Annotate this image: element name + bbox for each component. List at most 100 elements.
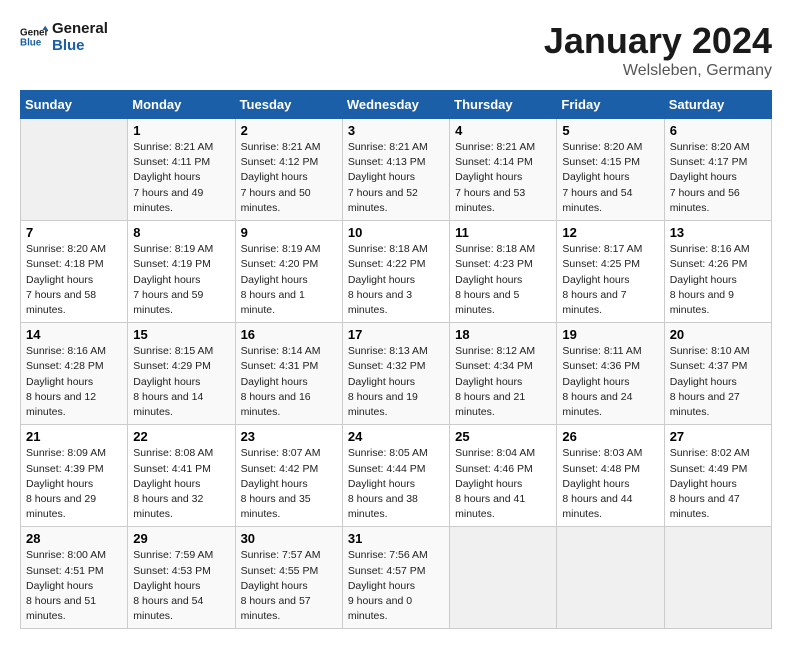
calendar-day-cell: 14 Sunrise: 8:16 AM Sunset: 4:28 PM Dayl… [21,323,128,425]
calendar-day-cell: 23 Sunrise: 8:07 AM Sunset: 4:42 PM Dayl… [235,425,342,527]
day-number: 19 [562,327,658,342]
calendar-week-row: 1 Sunrise: 8:21 AM Sunset: 4:11 PM Dayli… [21,119,772,221]
calendar-day-cell: 22 Sunrise: 8:08 AM Sunset: 4:41 PM Dayl… [128,425,235,527]
calendar-day-cell: 15 Sunrise: 8:15 AM Sunset: 4:29 PM Dayl… [128,323,235,425]
calendar-day-cell: 4 Sunrise: 8:21 AM Sunset: 4:14 PM Dayli… [450,119,557,221]
day-info: Sunrise: 8:19 AM Sunset: 4:19 PM Dayligh… [133,242,229,318]
day-info: Sunrise: 8:04 AM Sunset: 4:46 PM Dayligh… [455,446,551,522]
day-info: Sunrise: 8:00 AM Sunset: 4:51 PM Dayligh… [26,548,122,624]
day-number: 25 [455,429,551,444]
calendar-table: SundayMondayTuesdayWednesdayThursdayFrid… [20,90,772,629]
calendar-day-cell [557,527,664,629]
day-number: 30 [241,531,337,546]
calendar-day-cell: 27 Sunrise: 8:02 AM Sunset: 4:49 PM Dayl… [664,425,771,527]
calendar-day-cell: 26 Sunrise: 8:03 AM Sunset: 4:48 PM Dayl… [557,425,664,527]
day-number: 3 [348,123,444,138]
day-of-week-header: Friday [557,91,664,119]
day-number: 17 [348,327,444,342]
day-of-week-header: Thursday [450,91,557,119]
day-info: Sunrise: 7:59 AM Sunset: 4:53 PM Dayligh… [133,548,229,624]
day-info: Sunrise: 8:02 AM Sunset: 4:49 PM Dayligh… [670,446,766,522]
title-section: January 2024 Welsleben, Germany [544,20,772,80]
day-info: Sunrise: 8:20 AM Sunset: 4:15 PM Dayligh… [562,140,658,216]
calendar-day-cell: 25 Sunrise: 8:04 AM Sunset: 4:46 PM Dayl… [450,425,557,527]
day-info: Sunrise: 8:19 AM Sunset: 4:20 PM Dayligh… [241,242,337,318]
calendar-day-cell: 8 Sunrise: 8:19 AM Sunset: 4:19 PM Dayli… [128,221,235,323]
calendar-day-cell: 6 Sunrise: 8:20 AM Sunset: 4:17 PM Dayli… [664,119,771,221]
day-number: 16 [241,327,337,342]
day-info: Sunrise: 8:12 AM Sunset: 4:34 PM Dayligh… [455,344,551,420]
day-number: 8 [133,225,229,240]
calendar-day-cell: 12 Sunrise: 8:17 AM Sunset: 4:25 PM Dayl… [557,221,664,323]
day-of-week-header: Saturday [664,91,771,119]
calendar-day-cell: 30 Sunrise: 7:57 AM Sunset: 4:55 PM Dayl… [235,527,342,629]
day-info: Sunrise: 8:21 AM Sunset: 4:13 PM Dayligh… [348,140,444,216]
calendar-week-row: 7 Sunrise: 8:20 AM Sunset: 4:18 PM Dayli… [21,221,772,323]
calendar-day-cell: 31 Sunrise: 7:56 AM Sunset: 4:57 PM Dayl… [342,527,449,629]
calendar-day-cell: 20 Sunrise: 8:10 AM Sunset: 4:37 PM Dayl… [664,323,771,425]
day-number: 28 [26,531,122,546]
calendar-header-row: SundayMondayTuesdayWednesdayThursdayFrid… [21,91,772,119]
calendar-day-cell: 1 Sunrise: 8:21 AM Sunset: 4:11 PM Dayli… [128,119,235,221]
calendar-day-cell [21,119,128,221]
day-number: 2 [241,123,337,138]
day-info: Sunrise: 8:21 AM Sunset: 4:12 PM Dayligh… [241,140,337,216]
calendar-day-cell: 17 Sunrise: 8:13 AM Sunset: 4:32 PM Dayl… [342,323,449,425]
day-number: 15 [133,327,229,342]
calendar-body: 1 Sunrise: 8:21 AM Sunset: 4:11 PM Dayli… [21,119,772,629]
day-info: Sunrise: 8:14 AM Sunset: 4:31 PM Dayligh… [241,344,337,420]
svg-text:Blue: Blue [20,37,42,48]
day-info: Sunrise: 8:11 AM Sunset: 4:36 PM Dayligh… [562,344,658,420]
day-info: Sunrise: 8:10 AM Sunset: 4:37 PM Dayligh… [670,344,766,420]
calendar-day-cell: 18 Sunrise: 8:12 AM Sunset: 4:34 PM Dayl… [450,323,557,425]
logo-blue-text: Blue [52,37,108,54]
day-info: Sunrise: 7:56 AM Sunset: 4:57 PM Dayligh… [348,548,444,624]
page-header: General Blue General Blue January 2024 W… [20,20,772,80]
day-info: Sunrise: 8:21 AM Sunset: 4:14 PM Dayligh… [455,140,551,216]
day-info: Sunrise: 8:05 AM Sunset: 4:44 PM Dayligh… [348,446,444,522]
day-number: 5 [562,123,658,138]
day-number: 23 [241,429,337,444]
day-number: 20 [670,327,766,342]
calendar-day-cell [664,527,771,629]
day-number: 26 [562,429,658,444]
day-of-week-header: Monday [128,91,235,119]
day-info: Sunrise: 8:16 AM Sunset: 4:26 PM Dayligh… [670,242,766,318]
calendar-week-row: 14 Sunrise: 8:16 AM Sunset: 4:28 PM Dayl… [21,323,772,425]
day-number: 9 [241,225,337,240]
day-info: Sunrise: 8:08 AM Sunset: 4:41 PM Dayligh… [133,446,229,522]
day-info: Sunrise: 7:57 AM Sunset: 4:55 PM Dayligh… [241,548,337,624]
calendar-week-row: 21 Sunrise: 8:09 AM Sunset: 4:39 PM Dayl… [21,425,772,527]
calendar-day-cell: 28 Sunrise: 8:00 AM Sunset: 4:51 PM Dayl… [21,527,128,629]
day-info: Sunrise: 8:17 AM Sunset: 4:25 PM Dayligh… [562,242,658,318]
day-number: 11 [455,225,551,240]
day-info: Sunrise: 8:13 AM Sunset: 4:32 PM Dayligh… [348,344,444,420]
logo-general-text: General [52,20,108,37]
day-info: Sunrise: 8:09 AM Sunset: 4:39 PM Dayligh… [26,446,122,522]
calendar-day-cell: 9 Sunrise: 8:19 AM Sunset: 4:20 PM Dayli… [235,221,342,323]
day-info: Sunrise: 8:15 AM Sunset: 4:29 PM Dayligh… [133,344,229,420]
calendar-day-cell: 2 Sunrise: 8:21 AM Sunset: 4:12 PM Dayli… [235,119,342,221]
calendar-day-cell: 21 Sunrise: 8:09 AM Sunset: 4:39 PM Dayl… [21,425,128,527]
day-number: 4 [455,123,551,138]
day-info: Sunrise: 8:18 AM Sunset: 4:23 PM Dayligh… [455,242,551,318]
day-number: 24 [348,429,444,444]
day-info: Sunrise: 8:18 AM Sunset: 4:22 PM Dayligh… [348,242,444,318]
calendar-day-cell: 3 Sunrise: 8:21 AM Sunset: 4:13 PM Dayli… [342,119,449,221]
day-of-week-header: Wednesday [342,91,449,119]
day-number: 31 [348,531,444,546]
day-number: 13 [670,225,766,240]
day-info: Sunrise: 8:20 AM Sunset: 4:17 PM Dayligh… [670,140,766,216]
calendar-day-cell: 19 Sunrise: 8:11 AM Sunset: 4:36 PM Dayl… [557,323,664,425]
day-number: 7 [26,225,122,240]
day-number: 18 [455,327,551,342]
day-info: Sunrise: 8:16 AM Sunset: 4:28 PM Dayligh… [26,344,122,420]
day-of-week-header: Sunday [21,91,128,119]
day-number: 29 [133,531,229,546]
calendar-day-cell: 13 Sunrise: 8:16 AM Sunset: 4:26 PM Dayl… [664,221,771,323]
day-info: Sunrise: 8:07 AM Sunset: 4:42 PM Dayligh… [241,446,337,522]
day-info: Sunrise: 8:03 AM Sunset: 4:48 PM Dayligh… [562,446,658,522]
calendar-day-cell [450,527,557,629]
day-number: 1 [133,123,229,138]
month-title: January 2024 [544,20,772,62]
